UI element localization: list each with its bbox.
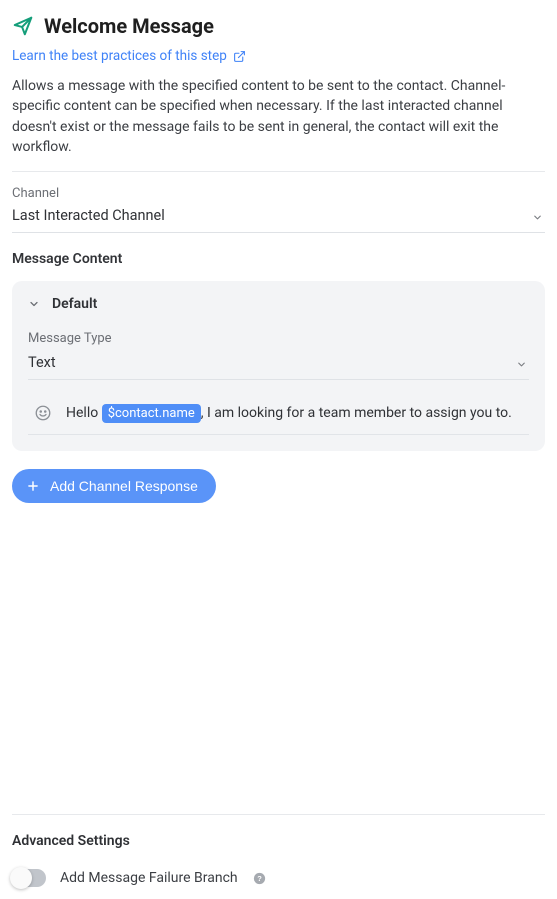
toggle-knob [10, 867, 32, 889]
external-link-icon [233, 50, 246, 63]
message-type-select[interactable]: Text [28, 354, 529, 380]
default-card-title: Default [52, 296, 97, 312]
add-channel-response-button[interactable]: Add Channel Response [12, 469, 216, 503]
page-title: Welcome Message [44, 14, 214, 38]
message-text: Hello $contact.name, I am looking for a … [66, 405, 512, 421]
emoji-icon[interactable] [34, 404, 52, 422]
panel-header: Welcome Message [12, 14, 545, 38]
help-icon[interactable]: ? [252, 871, 267, 886]
plus-icon [26, 479, 40, 493]
chevron-down-icon [516, 358, 527, 369]
chevron-down-icon [532, 211, 543, 222]
failure-branch-label: Add Message Failure Branch [60, 870, 238, 886]
variable-token[interactable]: $contact.name [102, 404, 201, 423]
svg-text:?: ? [257, 874, 262, 883]
divider [12, 814, 545, 815]
add-button-label: Add Channel Response [50, 478, 198, 494]
message-prefix: Hello [66, 405, 102, 421]
advanced-settings-title: Advanced Settings [12, 833, 545, 849]
message-editor[interactable]: Hello $contact.name, I am looking for a … [28, 396, 529, 435]
learn-best-practices-link[interactable]: Learn the best practices of this step [12, 48, 545, 64]
channel-select[interactable]: Last Interacted Channel [12, 207, 545, 233]
send-icon [12, 15, 34, 37]
default-response-card: Default Message Type Text [12, 281, 545, 451]
failure-branch-toggle[interactable] [12, 869, 46, 887]
learn-link-text: Learn the best practices of this step [12, 48, 227, 64]
message-content-label: Message Content [12, 251, 545, 267]
channel-label: Channel [12, 186, 545, 201]
failure-branch-row: Add Message Failure Branch ? [12, 869, 545, 887]
message-type-label: Message Type [28, 331, 529, 346]
chevron-down-icon [28, 298, 40, 310]
step-description: Allows a message with the specified cont… [12, 76, 545, 157]
default-card-header[interactable]: Default [12, 281, 545, 327]
channel-select-value: Last Interacted Channel [12, 207, 165, 224]
message-suffix: , I am looking for a team member to assi… [201, 405, 512, 421]
message-type-value: Text [28, 354, 56, 371]
